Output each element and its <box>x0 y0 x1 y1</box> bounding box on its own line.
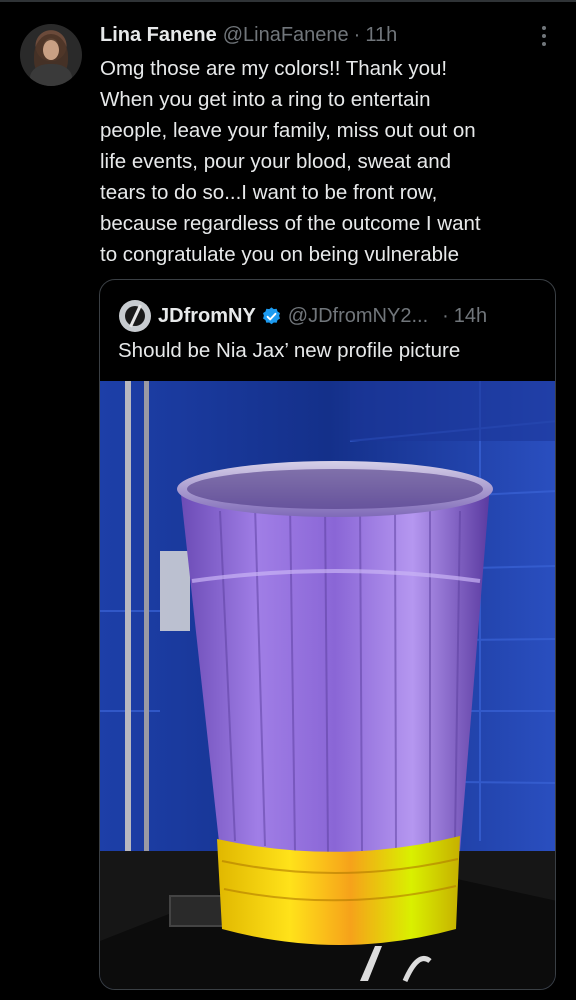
quoted-timestamp[interactable]: 14h <box>454 305 487 328</box>
header-separator: · <box>353 23 361 46</box>
tweet-header: Lina Fanene @LinaFanene · 11h <box>100 22 397 48</box>
more-options-icon[interactable] <box>536 22 552 50</box>
quoted-header-separator: · <box>442 304 449 327</box>
tweet-timestamp[interactable]: 11h <box>365 24 397 47</box>
quoted-tweet-header: JDfromNY @JDfromNY2... · 14h <box>158 300 487 332</box>
verified-badge-icon <box>262 306 280 324</box>
tweet-text: Omg those are my colors!! Thank you! Whe… <box>100 57 481 266</box>
author-avatar[interactable] <box>20 24 82 86</box>
author-name[interactable]: Lina Fanene <box>100 24 217 47</box>
quoted-tweet-image[interactable] <box>100 381 556 990</box>
quoted-tweet-card[interactable]: JDfromNY @JDfromNY2... · 14h Should be N… <box>99 279 556 990</box>
author-handle[interactable]: @LinaFanene <box>223 24 349 47</box>
top-divider <box>0 0 576 2</box>
quoted-tweet-text: Should be Nia Jax’ new profile picture <box>118 339 461 362</box>
quoted-author-avatar[interactable] <box>119 300 151 332</box>
quoted-author-handle[interactable]: @JDfromNY2... <box>288 305 428 328</box>
quoted-author-name[interactable]: JDfromNY <box>158 305 256 328</box>
